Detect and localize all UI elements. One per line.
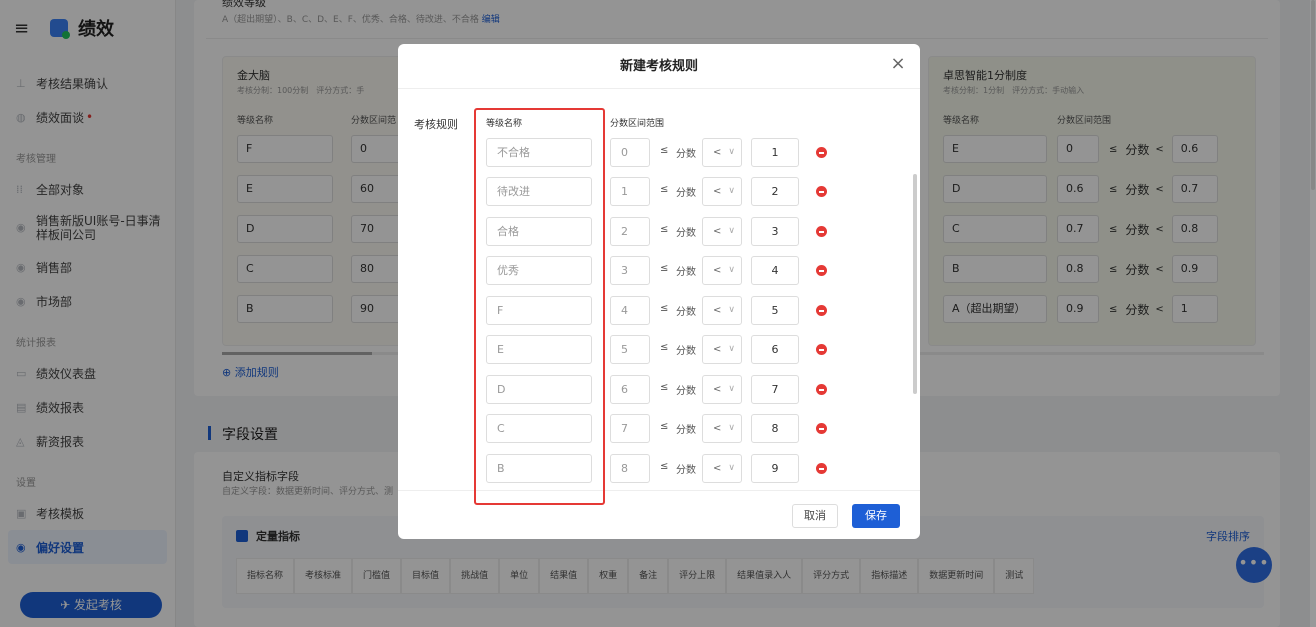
operator-select[interactable]: < ∨ xyxy=(702,177,742,206)
close-icon[interactable]: × xyxy=(890,55,906,73)
score-low-input[interactable]: 4 xyxy=(610,296,650,325)
le-symbol: ≤ xyxy=(660,224,669,235)
score-word: 分数 xyxy=(676,386,696,397)
score-word: 分数 xyxy=(676,267,696,278)
score-high-input[interactable]: 3 xyxy=(751,217,799,246)
dialog-scrollbar[interactable] xyxy=(913,174,917,394)
operator-value: < xyxy=(713,305,722,316)
operator-value: < xyxy=(713,384,722,395)
chevron-down-icon: ∨ xyxy=(728,265,735,275)
chevron-down-icon: ∨ xyxy=(728,305,735,315)
score-word: 分数 xyxy=(676,465,696,476)
le-symbol: ≤ xyxy=(660,342,669,353)
score-high-input[interactable]: 2 xyxy=(751,177,799,206)
cancel-button[interactable]: 取消 xyxy=(792,504,838,528)
chevron-down-icon: ∨ xyxy=(728,226,735,236)
operator-value: < xyxy=(713,423,722,434)
remove-row-icon[interactable] xyxy=(816,147,827,158)
score-low-input[interactable]: 6 xyxy=(610,375,650,404)
annotation-highlight-box xyxy=(474,108,605,505)
le-symbol: ≤ xyxy=(660,461,669,472)
operator-select[interactable]: < ∨ xyxy=(702,296,742,325)
chevron-down-icon: ∨ xyxy=(728,344,735,354)
operator-value: < xyxy=(713,186,722,197)
le-symbol: ≤ xyxy=(660,303,669,314)
le-symbol: ≤ xyxy=(660,145,669,156)
operator-select[interactable]: < ∨ xyxy=(702,454,742,483)
score-low-input[interactable]: 0 xyxy=(610,138,650,167)
operator-select[interactable]: < ∨ xyxy=(702,256,742,285)
chevron-down-icon: ∨ xyxy=(728,147,735,157)
remove-row-icon[interactable] xyxy=(816,463,827,474)
operator-value: < xyxy=(713,344,722,355)
score-word: 分数 xyxy=(676,307,696,318)
le-symbol: ≤ xyxy=(660,184,669,195)
score-high-input[interactable]: 8 xyxy=(751,414,799,443)
rule-label: 考核规则 xyxy=(414,118,458,131)
score-word: 分数 xyxy=(676,425,696,436)
le-symbol: ≤ xyxy=(660,263,669,274)
score-word: 分数 xyxy=(676,228,696,239)
operator-select[interactable]: < ∨ xyxy=(702,217,742,246)
score-word: 分数 xyxy=(676,188,696,199)
operator-value: < xyxy=(713,463,722,474)
score-high-input[interactable]: 5 xyxy=(751,296,799,325)
page-scrollbar[interactable] xyxy=(1310,0,1316,627)
operator-value: < xyxy=(713,226,722,237)
score-low-input[interactable]: 8 xyxy=(610,454,650,483)
score-word: 分数 xyxy=(676,149,696,160)
remove-row-icon[interactable] xyxy=(816,186,827,197)
save-button[interactable]: 保存 xyxy=(852,504,900,528)
dialog-title: 新建考核规则 xyxy=(398,44,920,89)
score-low-input[interactable]: 1 xyxy=(610,177,650,206)
operator-select[interactable]: < ∨ xyxy=(702,375,742,404)
score-high-input[interactable]: 7 xyxy=(751,375,799,404)
remove-row-icon[interactable] xyxy=(816,226,827,237)
score-high-input[interactable]: 4 xyxy=(751,256,799,285)
chevron-down-icon: ∨ xyxy=(728,186,735,196)
operator-select[interactable]: < ∨ xyxy=(702,335,742,364)
chevron-down-icon: ∨ xyxy=(728,463,735,473)
chevron-down-icon: ∨ xyxy=(728,384,735,394)
le-symbol: ≤ xyxy=(660,421,669,432)
score-high-input[interactable]: 1 xyxy=(751,138,799,167)
score-high-input[interactable]: 9 xyxy=(751,454,799,483)
remove-row-icon[interactable] xyxy=(816,344,827,355)
col-score-range: 分数区间范围 xyxy=(610,119,665,129)
remove-row-icon[interactable] xyxy=(816,265,827,276)
remove-row-icon[interactable] xyxy=(816,384,827,395)
chevron-down-icon: ∨ xyxy=(728,423,735,433)
operator-value: < xyxy=(713,147,722,158)
operator-select[interactable]: < ∨ xyxy=(702,138,742,167)
le-symbol: ≤ xyxy=(660,382,669,393)
score-low-input[interactable]: 7 xyxy=(610,414,650,443)
remove-row-icon[interactable] xyxy=(816,305,827,316)
score-high-input[interactable]: 6 xyxy=(751,335,799,364)
score-low-input[interactable]: 2 xyxy=(610,217,650,246)
score-word: 分数 xyxy=(676,346,696,357)
remove-row-icon[interactable] xyxy=(816,423,827,434)
score-low-input[interactable]: 3 xyxy=(610,256,650,285)
score-low-input[interactable]: 5 xyxy=(610,335,650,364)
operator-select[interactable]: < ∨ xyxy=(702,414,742,443)
operator-value: < xyxy=(713,265,722,276)
